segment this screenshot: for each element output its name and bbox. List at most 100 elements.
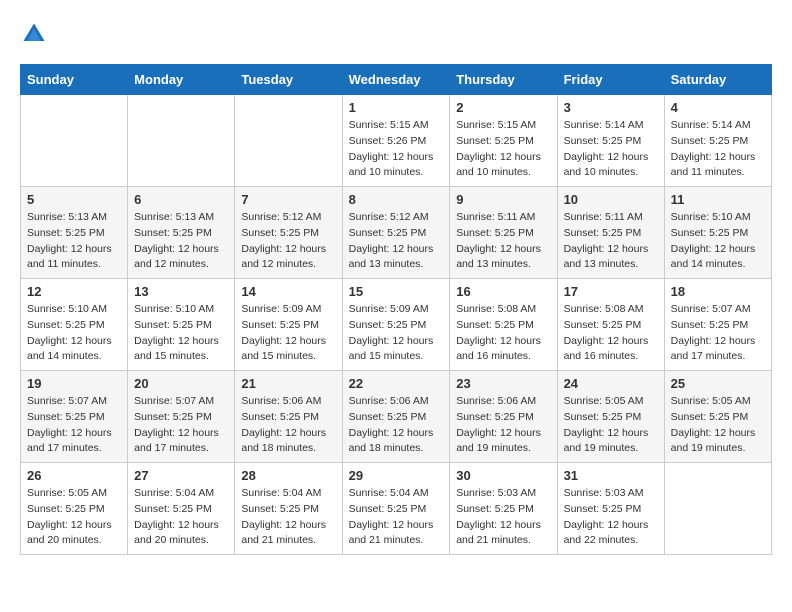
day-number: 15 xyxy=(349,284,444,299)
day-info: Sunrise: 5:06 AMSunset: 5:25 PMDaylight:… xyxy=(456,394,550,457)
day-info: Sunrise: 5:08 AMSunset: 5:25 PMDaylight:… xyxy=(456,302,550,365)
day-number: 13 xyxy=(134,284,228,299)
calendar-cell xyxy=(128,95,235,187)
day-info: Sunrise: 5:09 AMSunset: 5:25 PMDaylight:… xyxy=(241,302,335,365)
day-info: Sunrise: 5:15 AMSunset: 5:26 PMDaylight:… xyxy=(349,118,444,181)
calendar-cell: 14 Sunrise: 5:09 AMSunset: 5:25 PMDayligh… xyxy=(235,279,342,371)
calendar-cell: 26 Sunrise: 5:05 AMSunset: 5:25 PMDayligh… xyxy=(21,463,128,555)
logo-icon xyxy=(20,20,48,48)
calendar-cell xyxy=(664,463,771,555)
calendar-cell: 5Sunrise: 5:13 AMSunset: 5:25 PMDaylight… xyxy=(21,187,128,279)
day-info: Sunrise: 5:10 AMSunset: 5:25 PMDaylight:… xyxy=(671,210,765,273)
day-number: 14 xyxy=(241,284,335,299)
day-info: Sunrise: 5:05 AMSunset: 5:25 PMDaylight:… xyxy=(27,486,121,549)
day-number: 12 xyxy=(27,284,121,299)
day-number: 7 xyxy=(241,192,335,207)
calendar-cell: 15 Sunrise: 5:09 AMSunset: 5:25 PMDayligh… xyxy=(342,279,450,371)
weekday-header-row: SundayMondayTuesdayWednesdayThursdayFrid… xyxy=(21,65,772,95)
day-info: Sunrise: 5:10 AMSunset: 5:25 PMDaylight:… xyxy=(27,302,121,365)
day-number: 20 xyxy=(134,376,228,391)
calendar-cell: 8Sunrise: 5:12 AMSunset: 5:25 PMDaylight… xyxy=(342,187,450,279)
calendar-cell: 2 Sunrise: 5:15 AMSunset: 5:25 PMDaylight… xyxy=(450,95,557,187)
day-info: Sunrise: 5:04 AMSunset: 5:25 PMDaylight:… xyxy=(134,486,228,549)
day-info: Sunrise: 5:07 AMSunset: 5:25 PMDaylight:… xyxy=(671,302,765,365)
day-number: 21 xyxy=(241,376,335,391)
day-info: Sunrise: 5:15 AMSunset: 5:25 PMDaylight:… xyxy=(456,118,550,181)
day-info: Sunrise: 5:13 AMSunset: 5:25 PMDaylight:… xyxy=(134,210,228,273)
calendar-cell: 1 Sunrise: 5:15 AMSunset: 5:26 PMDaylight… xyxy=(342,95,450,187)
day-number: 11 xyxy=(671,192,765,207)
calendar-cell: 13 Sunrise: 5:10 AMSunset: 5:25 PMDayligh… xyxy=(128,279,235,371)
day-info: Sunrise: 5:11 AMSunset: 5:25 PMDaylight:… xyxy=(564,210,658,273)
calendar-cell: 24 Sunrise: 5:05 AMSunset: 5:25 PMDayligh… xyxy=(557,371,664,463)
calendar-cell: 11 Sunrise: 5:10 AMSunset: 5:25 PMDayligh… xyxy=(664,187,771,279)
day-info: Sunrise: 5:14 AMSunset: 5:25 PMDaylight:… xyxy=(671,118,765,181)
day-info: Sunrise: 5:14 AMSunset: 5:25 PMDaylight:… xyxy=(564,118,658,181)
weekday-header-wednesday: Wednesday xyxy=(342,65,450,95)
calendar-cell: 31 Sunrise: 5:03 AMSunset: 5:25 PMDayligh… xyxy=(557,463,664,555)
weekday-header-friday: Friday xyxy=(557,65,664,95)
calendar-cell: 20 Sunrise: 5:07 AMSunset: 5:25 PMDayligh… xyxy=(128,371,235,463)
day-number: 22 xyxy=(349,376,444,391)
day-number: 2 xyxy=(456,100,550,115)
weekday-header-monday: Monday xyxy=(128,65,235,95)
day-info: Sunrise: 5:06 AMSunset: 5:25 PMDaylight:… xyxy=(241,394,335,457)
day-number: 24 xyxy=(564,376,658,391)
day-info: Sunrise: 5:10 AMSunset: 5:25 PMDaylight:… xyxy=(134,302,228,365)
calendar-cell: 17Sunrise: 5:08 AMSunset: 5:25 PMDayligh… xyxy=(557,279,664,371)
calendar-cell: 28Sunrise: 5:04 AMSunset: 5:25 PMDayligh… xyxy=(235,463,342,555)
day-number: 4 xyxy=(671,100,765,115)
calendar-cell: 9 Sunrise: 5:11 AMSunset: 5:25 PMDaylight… xyxy=(450,187,557,279)
weekday-header-tuesday: Tuesday xyxy=(235,65,342,95)
day-info: Sunrise: 5:07 AMSunset: 5:25 PMDaylight:… xyxy=(134,394,228,457)
day-number: 9 xyxy=(456,192,550,207)
calendar-cell xyxy=(235,95,342,187)
calendar-cell: 12 Sunrise: 5:10 AMSunset: 5:25 PMDayligh… xyxy=(21,279,128,371)
day-number: 29 xyxy=(349,468,444,483)
logo xyxy=(20,20,52,48)
day-info: Sunrise: 5:04 AMSunset: 5:25 PMDaylight:… xyxy=(241,486,335,549)
day-number: 26 xyxy=(27,468,121,483)
day-number: 5 xyxy=(27,192,121,207)
calendar-cell: 4 Sunrise: 5:14 AMSunset: 5:25 PMDaylight… xyxy=(664,95,771,187)
day-info: Sunrise: 5:11 AMSunset: 5:25 PMDaylight:… xyxy=(456,210,550,273)
calendar-cell: 19 Sunrise: 5:07 AMSunset: 5:25 PMDayligh… xyxy=(21,371,128,463)
day-number: 6 xyxy=(134,192,228,207)
calendar-cell: 16Sunrise: 5:08 AMSunset: 5:25 PMDayligh… xyxy=(450,279,557,371)
calendar-cell: 21 Sunrise: 5:06 AMSunset: 5:25 PMDayligh… xyxy=(235,371,342,463)
day-number: 23 xyxy=(456,376,550,391)
calendar-cell: 18 Sunrise: 5:07 AMSunset: 5:25 PMDayligh… xyxy=(664,279,771,371)
day-info: Sunrise: 5:06 AMSunset: 5:25 PMDaylight:… xyxy=(349,394,444,457)
weekday-header-sunday: Sunday xyxy=(21,65,128,95)
day-number: 30 xyxy=(456,468,550,483)
calendar-body: 1 Sunrise: 5:15 AMSunset: 5:26 PMDaylight… xyxy=(21,95,772,555)
day-info: Sunrise: 5:03 AMSunset: 5:25 PMDaylight:… xyxy=(564,486,658,549)
calendar-cell: 10Sunrise: 5:11 AMSunset: 5:25 PMDayligh… xyxy=(557,187,664,279)
page-header xyxy=(20,20,772,48)
day-number: 18 xyxy=(671,284,765,299)
calendar-table: SundayMondayTuesdayWednesdayThursdayFrid… xyxy=(20,64,772,555)
day-number: 25 xyxy=(671,376,765,391)
day-info: Sunrise: 5:07 AMSunset: 5:25 PMDaylight:… xyxy=(27,394,121,457)
calendar-cell: 23 Sunrise: 5:06 AMSunset: 5:25 PMDayligh… xyxy=(450,371,557,463)
day-number: 19 xyxy=(27,376,121,391)
calendar-cell: 25Sunrise: 5:05 AMSunset: 5:25 PMDayligh… xyxy=(664,371,771,463)
day-number: 31 xyxy=(564,468,658,483)
weekday-header-thursday: Thursday xyxy=(450,65,557,95)
day-number: 8 xyxy=(349,192,444,207)
day-info: Sunrise: 5:08 AMSunset: 5:25 PMDaylight:… xyxy=(564,302,658,365)
day-info: Sunrise: 5:09 AMSunset: 5:25 PMDaylight:… xyxy=(349,302,444,365)
day-info: Sunrise: 5:03 AMSunset: 5:25 PMDaylight:… xyxy=(456,486,550,549)
day-info: Sunrise: 5:12 AMSunset: 5:25 PMDaylight:… xyxy=(241,210,335,273)
day-number: 27 xyxy=(134,468,228,483)
calendar-week-1: 1 Sunrise: 5:15 AMSunset: 5:26 PMDaylight… xyxy=(21,95,772,187)
calendar-cell: 30 Sunrise: 5:03 AMSunset: 5:25 PMDayligh… xyxy=(450,463,557,555)
calendar-week-5: 26 Sunrise: 5:05 AMSunset: 5:25 PMDayligh… xyxy=(21,463,772,555)
day-number: 3 xyxy=(564,100,658,115)
day-number: 1 xyxy=(349,100,444,115)
calendar-cell: 3 Sunrise: 5:14 AMSunset: 5:25 PMDaylight… xyxy=(557,95,664,187)
calendar-week-4: 19 Sunrise: 5:07 AMSunset: 5:25 PMDayligh… xyxy=(21,371,772,463)
day-info: Sunrise: 5:05 AMSunset: 5:25 PMDaylight:… xyxy=(564,394,658,457)
weekday-header-saturday: Saturday xyxy=(664,65,771,95)
calendar-cell: 29Sunrise: 5:04 AMSunset: 5:25 PMDayligh… xyxy=(342,463,450,555)
